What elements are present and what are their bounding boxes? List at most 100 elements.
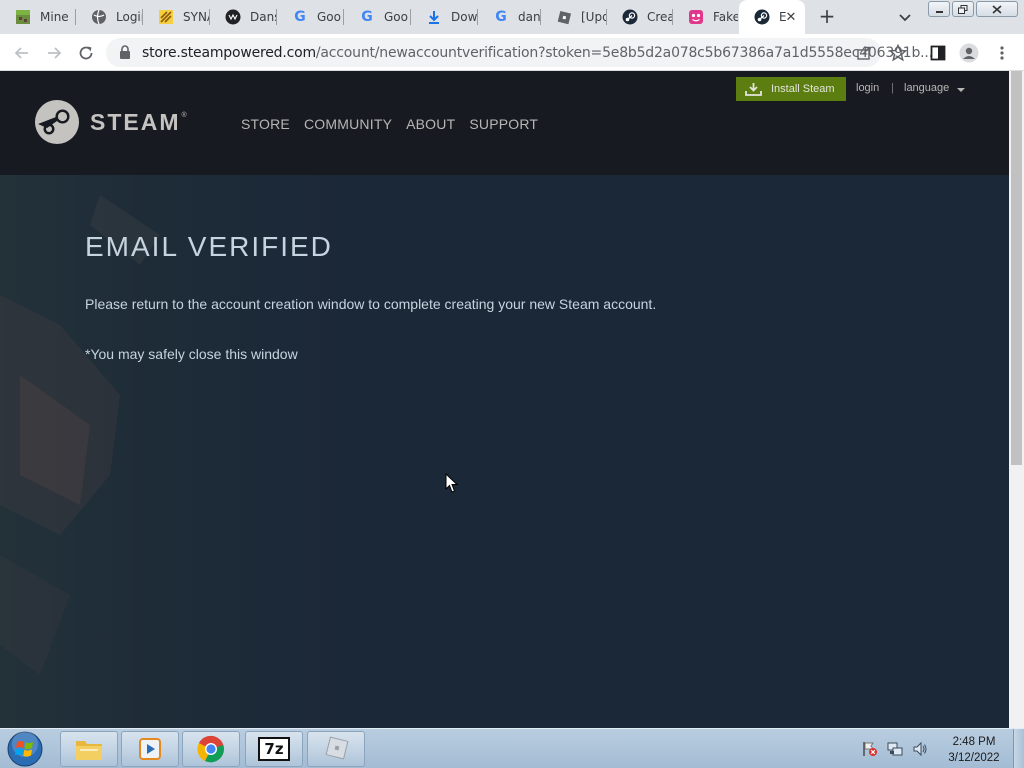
download-icon [745,83,762,96]
install-steam-label: Install Steam [771,83,835,95]
tab-label: Crea [647,10,672,24]
taskbar: 7z 2:48 PM 3/12/2022 [0,728,1024,768]
show-desktop-button[interactable] [1013,729,1024,768]
verification-message: Please return to the account creation wi… [85,296,657,312]
browser-tab[interactable]: Login [76,0,142,34]
windows-orb-icon [7,731,43,767]
tab-label: dans [518,10,540,24]
tab-label: Goo [384,10,408,24]
chevron-down-icon[interactable] [957,88,965,92]
roblox-icon [556,9,572,25]
back-arrow-icon [14,47,28,59]
dans-icon [225,9,241,25]
taskbar-explorer[interactable] [60,731,118,767]
mouse-cursor-icon [445,473,459,493]
tab-strip: Mine Login SYNA Dans G Goo G Goo Dow [0,0,1024,34]
clock-date: 3/12/2022 [948,752,1000,764]
taskbar-media-player[interactable] [121,731,179,767]
new-tab-button[interactable]: + [816,4,838,28]
start-button[interactable] [6,730,46,768]
close-tab-icon[interactable]: ✕ [783,9,799,25]
reload-button[interactable] [75,42,97,64]
google-icon: G [495,9,507,25]
clock-time: 2:48 PM [952,736,996,748]
url-text[interactable]: store.steampowered.com/account/newaccoun… [142,45,933,61]
nav-community[interactable]: COMMUNITY [304,116,392,132]
nav-about[interactable]: ABOUT [406,116,455,132]
lock-icon[interactable] [119,45,131,65]
minecraft-icon [15,9,31,25]
steam-logo-icon [35,100,79,144]
steam-wordmark: STEAM [90,108,181,135]
language-link[interactable]: language [904,82,949,94]
volume-icon[interactable] [912,741,928,757]
restore-button[interactable] [952,1,974,17]
steam-logo[interactable]: STEAM ® [35,100,187,144]
profile-avatar-icon[interactable] [959,43,979,63]
taskbar-clock[interactable]: 2:48 PM 3/12/2022 [940,734,1008,766]
action-center-flag-icon[interactable] [862,741,878,757]
browser-toolbar: store.steampowered.com/account/newaccoun… [0,34,1024,71]
tab-search-icon[interactable] [895,7,915,27]
network-icon[interactable] [887,741,903,757]
google-icon: G [294,9,306,25]
side-panel-icon[interactable] [928,43,948,63]
download-icon [426,9,442,25]
browser-tab[interactable]: Dow [411,0,477,34]
install-steam-button[interactable]: Install Steam [736,77,846,101]
browser-tab[interactable]: Dans [210,0,276,34]
reload-icon [79,46,93,60]
browser-tab[interactable]: [Upd [541,0,606,34]
fakeid-icon [688,9,704,25]
roblox-icon [325,736,349,760]
taskbar-7zip[interactable]: 7z [245,731,303,767]
nav-store[interactable]: STORE [241,116,290,132]
taskbar-roblox[interactable] [307,731,365,767]
steam-header: STEAM ® STORE COMMUNITY ABOUT SUPPORT In… [0,71,1009,175]
steam-icon [622,9,638,25]
browser-tab[interactable]: G Goo [277,0,343,34]
close-window-note: *You may safely close this window [85,346,298,362]
browser-tab[interactable]: Mine [0,0,75,34]
kebab-menu-icon[interactable] [992,43,1012,63]
tab-label: Mine [40,10,69,24]
tab-label: Login [116,10,142,24]
url-host: store.steampowered.com [142,45,316,61]
url-path: /account/newaccountverification?stoken=5… [315,45,933,61]
close-window-button[interactable] [976,1,1018,17]
forward-button[interactable] [43,42,65,64]
browser-tab-active[interactable]: E ✕ [739,0,805,34]
trademark-mark: ® [181,111,187,119]
page-content: EMAIL VERIFIED Please return to the acco… [0,175,1009,728]
share-icon[interactable] [855,44,873,62]
browser-tab[interactable]: SYNA [143,0,209,34]
tab-label: Dans [250,10,276,24]
minimize-button[interactable] [928,1,950,17]
window-controls [928,1,1020,17]
login-link[interactable]: login [856,82,879,94]
forward-arrow-icon [48,47,62,59]
browser-tab[interactable]: G dans [478,0,540,34]
system-tray [862,731,937,767]
browser-tab[interactable]: G Goo [344,0,410,34]
chrome-icon [197,735,224,763]
tab-label: Fake [713,10,738,24]
explorer-icon [76,741,102,760]
browser-tab[interactable]: Fake [673,0,738,34]
back-button[interactable] [11,42,33,64]
tab-label: [Upd [581,10,606,24]
main-nav: STORE COMMUNITY ABOUT SUPPORT [241,116,552,132]
7zip-icon: 7z [258,737,290,761]
nav-support[interactable]: SUPPORT [469,116,538,132]
steam-icon [754,9,770,25]
browser-tab[interactable]: Crea [607,0,672,34]
scrollbar-thumb[interactable] [1011,71,1022,465]
address-bar[interactable]: store.steampowered.com/account/newaccoun… [106,38,933,67]
tab-label: Dow [451,10,477,24]
page-scrollbar[interactable] [1009,71,1024,728]
page-viewport: STEAM ® STORE COMMUNITY ABOUT SUPPORT In… [0,71,1009,728]
bookmark-star-icon[interactable] [888,43,908,63]
page-title: EMAIL VERIFIED [85,231,333,262]
taskbar-chrome[interactable] [182,731,240,767]
tab-label: Goo [317,10,341,24]
